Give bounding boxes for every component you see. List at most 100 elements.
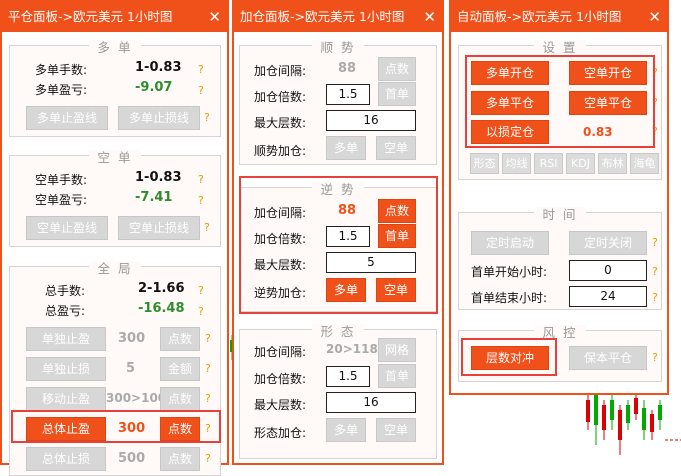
total-lots-label: 总手数:	[45, 284, 86, 298]
group-title-counter-trend: 逆势	[312, 182, 364, 197]
close-short-button[interactable]: 空单平仓	[569, 91, 647, 115]
counter-multiplier-mode-button[interactable]: 首单	[378, 224, 416, 248]
help-icon[interactable]: ?	[198, 194, 204, 207]
layer-hedge-button[interactable]: 层数对冲	[471, 346, 549, 370]
shape-buy-button[interactable]: 多单	[326, 418, 366, 442]
single-take-profit-value: 300	[118, 331, 146, 346]
trend-max-layers-input[interactable]: 16	[326, 110, 416, 131]
help-icon[interactable]: ?	[652, 236, 658, 249]
short-group: 空单 空单手数: 1-0.83 ? 空单盈亏: -7.41 ? 空单止盈线 空单…	[9, 150, 221, 247]
counter-interval-label: 加仓间隔:	[254, 206, 307, 220]
close-icon[interactable]: ✕	[423, 2, 436, 32]
total-take-profit-value: 300	[118, 421, 146, 436]
total-take-profit-button[interactable]: 总体止盈	[26, 417, 106, 441]
help-icon[interactable]: ?	[205, 332, 211, 345]
timer-start-button[interactable]: 定时启动	[471, 231, 549, 255]
indicator-kdj-button[interactable]: KDJ	[566, 153, 595, 174]
help-icon[interactable]: ?	[652, 96, 658, 109]
total-stop-loss-unit-button[interactable]: 点数	[160, 447, 200, 471]
trend-interval-unit-button[interactable]: 点数	[378, 57, 416, 81]
open-short-button[interactable]: 空单开仓	[569, 61, 647, 85]
counter-sell-button[interactable]: 空单	[376, 278, 416, 302]
group-title-time: 时间	[534, 207, 586, 222]
counter-interval-value: 88	[338, 203, 357, 218]
shape-interval-unit-button[interactable]: 网格	[378, 338, 416, 362]
close-long-button[interactable]: 多单平仓	[471, 91, 549, 115]
trend-multiplier-input[interactable]: 1.5	[326, 84, 370, 105]
single-take-profit-button[interactable]: 单独止盈	[26, 327, 106, 351]
short-lots-label: 空单手数:	[35, 173, 88, 187]
help-icon[interactable]: ?	[205, 392, 211, 405]
counter-multiplier-input[interactable]: 1.5	[326, 226, 370, 247]
trend-sell-button[interactable]: 空单	[376, 136, 416, 160]
single-stop-loss-unit-button[interactable]: 金额	[160, 357, 200, 381]
help-icon[interactable]: ?	[205, 362, 211, 375]
open-long-button[interactable]: 多单开仓	[471, 61, 549, 85]
panel-titlebar[interactable]: 加仓面板->欧元美元 1小时图 ✕	[234, 2, 442, 32]
trend-buy-button[interactable]: 多单	[326, 136, 366, 160]
help-icon[interactable]: ?	[204, 221, 210, 234]
help-icon[interactable]: ?	[198, 305, 204, 318]
loss-based-sizing-button[interactable]: 以损定仓	[471, 120, 549, 144]
counter-max-layers-label: 最大层数:	[254, 258, 307, 272]
shape-sell-button[interactable]: 空单	[376, 418, 416, 442]
trend-multiplier-mode-button[interactable]: 首单	[378, 82, 416, 106]
help-icon[interactable]: ?	[652, 125, 658, 138]
trend-multiplier-label: 加仓倍数:	[254, 90, 307, 104]
single-stop-loss-button[interactable]: 单独止损	[26, 357, 106, 381]
counter-buy-button[interactable]: 多单	[326, 278, 366, 302]
short-stop-loss-line-button[interactable]: 空单止损线	[118, 216, 200, 240]
add-position-panel: 加仓面板->欧元美元 1小时图 ✕ 顺势 加仓间隔: 88 点数 加仓倍数: 1…	[232, 0, 444, 465]
first-order-end-hour-label: 首单结束小时:	[471, 291, 548, 305]
panel-title: 自动面板->欧元美元 1小时图	[457, 9, 622, 24]
help-icon[interactable]: ?	[198, 84, 204, 97]
shape-interval-label: 加仓间隔:	[254, 345, 307, 359]
single-take-profit-unit-button[interactable]: 点数	[160, 327, 200, 351]
counter-add-label: 逆势加仓:	[254, 286, 307, 300]
help-icon[interactable]: ?	[204, 111, 210, 124]
trend-group: 顺势 加仓间隔: 88 点数 加仓倍数: 1.5 首单 最大层数: 16 顺势加…	[239, 40, 437, 165]
loss-based-sizing-value: 0.83	[583, 125, 613, 139]
panel-titlebar[interactable]: 自动面板->欧元美元 1小时图 ✕	[451, 2, 667, 32]
help-icon[interactable]: ?	[652, 66, 658, 79]
long-stop-loss-line-button[interactable]: 多单止损线	[118, 106, 200, 130]
first-order-start-hour-input[interactable]: 0	[569, 260, 647, 281]
help-icon[interactable]: ?	[652, 265, 658, 278]
counter-interval-unit-button[interactable]: 点数	[378, 199, 416, 223]
counter-max-layers-input[interactable]: 5	[326, 252, 416, 273]
help-icon[interactable]: ?	[198, 284, 204, 297]
indicator-bollinger-button[interactable]: 布林	[598, 153, 627, 174]
help-icon[interactable]: ?	[652, 291, 658, 304]
short-take-profit-line-button[interactable]: 空单止盈线	[26, 216, 108, 240]
group-title-shape: 形态	[312, 324, 364, 339]
indicator-rsi-button[interactable]: RSI	[534, 153, 563, 174]
close-icon[interactable]: ✕	[648, 2, 661, 32]
timer-stop-button[interactable]: 定时关闭	[569, 231, 647, 255]
trailing-take-profit-button[interactable]: 移动止盈	[26, 387, 106, 411]
close-icon[interactable]: ✕	[208, 2, 221, 32]
indicator-shape-button[interactable]: 形态	[470, 153, 499, 174]
first-order-end-hour-input[interactable]: 24	[569, 286, 647, 307]
trailing-take-profit-unit-button[interactable]: 点数	[160, 387, 200, 411]
indicator-turtle-button[interactable]: 海龟	[630, 153, 659, 174]
indicator-ma-button[interactable]: 均线	[502, 153, 531, 174]
shape-multiplier-input[interactable]: 1.5	[326, 366, 370, 387]
shape-multiplier-mode-button[interactable]: 首单	[378, 364, 416, 388]
help-icon[interactable]: ?	[198, 173, 204, 186]
long-take-profit-line-button[interactable]: 多单止盈线	[26, 106, 108, 130]
short-pl-label: 空单盈亏:	[35, 193, 88, 207]
counter-trend-group: 逆势 加仓间隔: 88 点数 加仓倍数: 1.5 首单 最大层数: 5 逆势加仓…	[239, 182, 437, 312]
help-icon[interactable]: ?	[205, 422, 211, 435]
group-title-long: 多单	[89, 40, 141, 55]
help-icon[interactable]: ?	[205, 452, 211, 465]
total-stop-loss-button[interactable]: 总体止损	[26, 447, 106, 471]
trend-interval-value: 88	[338, 61, 357, 76]
panel-titlebar[interactable]: 平仓面板->欧元美元 1小时图 ✕	[2, 2, 227, 32]
total-take-profit-unit-button[interactable]: 点数	[160, 417, 200, 441]
breakeven-close-button[interactable]: 保本平仓	[569, 346, 647, 370]
shape-max-layers-input[interactable]: 16	[326, 392, 416, 413]
global-group: 全局 总手数: 2-1.66 ? 总盈亏: -16.48 ? 单独止盈 300 …	[9, 261, 221, 476]
first-order-start-hour-label: 首单开始小时:	[471, 265, 548, 279]
help-icon[interactable]: ?	[198, 63, 204, 76]
help-icon[interactable]: ?	[652, 351, 658, 364]
